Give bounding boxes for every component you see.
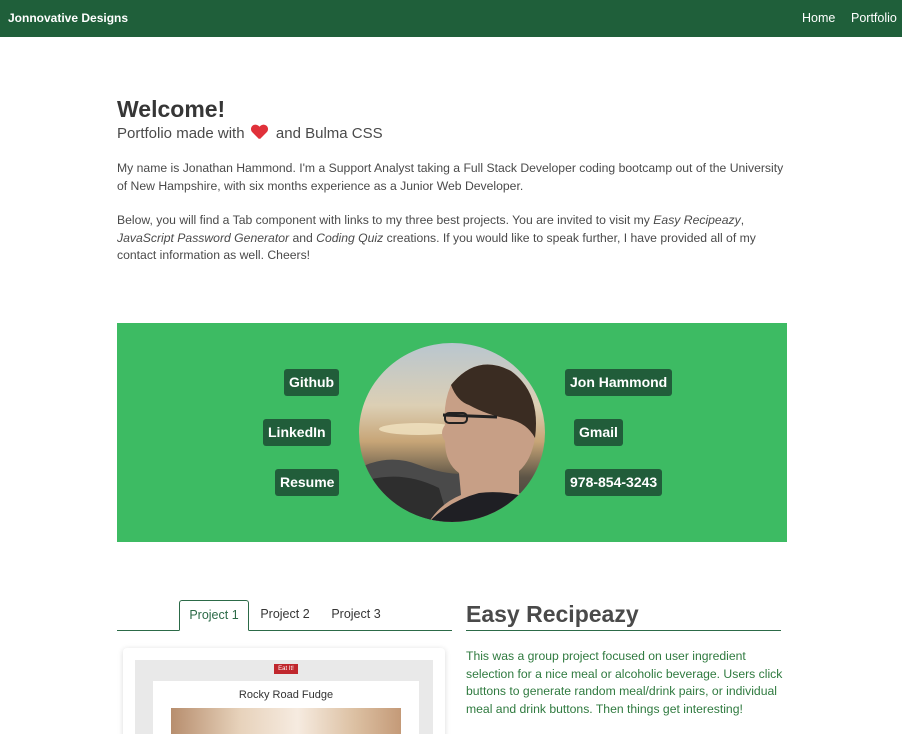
- welcome-title: Welcome!: [117, 96, 226, 122]
- brand-link[interactable]: Jonnovative Designs: [8, 11, 128, 25]
- heart-icon: [251, 125, 268, 140]
- tab-project-2[interactable]: Project 2: [255, 600, 315, 631]
- name-button[interactable]: Jon Hammond: [565, 369, 673, 396]
- p2-password-generator: JavaScript Password Generator: [117, 230, 290, 245]
- preview-eat-it-badge: Eat It!: [274, 664, 298, 674]
- project-description: This was a group project focused on user…: [466, 649, 783, 716]
- p2-text-a: Below, you will find a Tab component wit…: [117, 213, 654, 227]
- github-button[interactable]: Github: [284, 369, 340, 396]
- navbar: Jonnovative Designs Home Portfolio: [0, 0, 902, 37]
- welcome-subtitle: Portfolio made with and Bulma CSS: [117, 125, 383, 142]
- profile-photo-image: [359, 343, 545, 522]
- preview-recipe-panel: Rocky Road Fudge: [153, 681, 419, 734]
- project-preview-card[interactable]: Eat It! Rocky Road Fudge: [123, 648, 445, 734]
- gmail-button[interactable]: Gmail: [574, 419, 623, 446]
- linkedin-button[interactable]: LinkedIn: [263, 419, 331, 446]
- intro-paragraph: My name is Jonathan Hammond. I'm a Suppo…: [117, 161, 784, 193]
- preview-recipe-title: Rocky Road Fudge: [238, 689, 334, 701]
- project-screenshot: Eat It! Rocky Road Fudge: [135, 660, 433, 734]
- p2-text-b: ,: [740, 213, 745, 227]
- contact-band: Github LinkedIn Resume Jon Hammond Gmail…: [117, 323, 787, 542]
- tab-project-1[interactable]: Project 1: [179, 600, 249, 631]
- preview-recipe-image: [171, 708, 401, 734]
- nav-home-link[interactable]: Home: [802, 11, 835, 25]
- tab-project-3[interactable]: Project 3: [325, 600, 387, 631]
- p2-text-c: and: [289, 230, 317, 245]
- p2-coding-quiz: Coding Quiz: [316, 230, 384, 245]
- phone-button[interactable]: 978-854-3243: [565, 469, 663, 496]
- p2-easy-recipeazy: Easy Recipeazy: [653, 213, 741, 227]
- project-title: Easy Recipeazy: [466, 601, 639, 627]
- subtitle-after: and Bulma CSS: [275, 125, 383, 142]
- project-title-underline: [466, 630, 781, 631]
- nav-portfolio-link[interactable]: Portfolio: [851, 11, 897, 25]
- profile-photo: [359, 343, 545, 522]
- subtitle-before: Portfolio made with: [117, 125, 245, 142]
- resume-button[interactable]: Resume: [275, 469, 340, 496]
- projects-paragraph: Below, you will find a Tab component wit…: [117, 212, 787, 265]
